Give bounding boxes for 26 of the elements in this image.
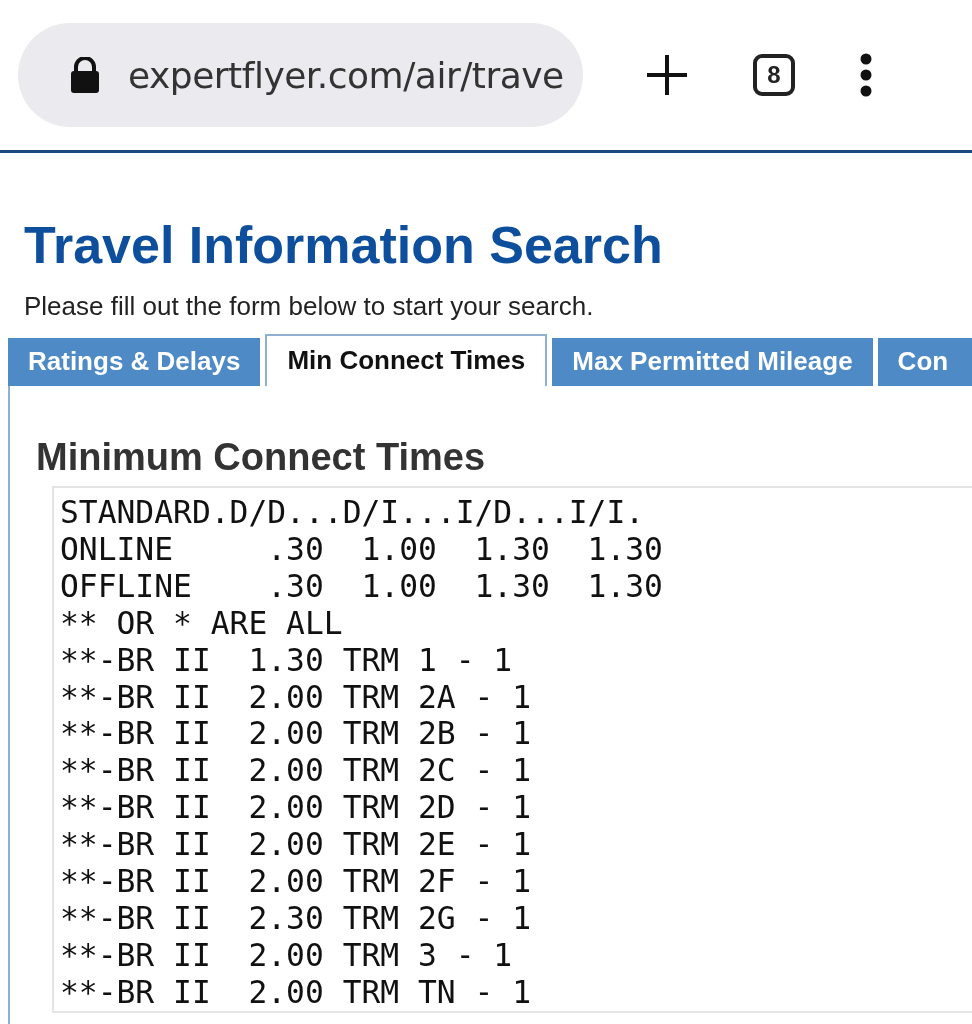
- result-line: **-BR II 2.00 TRM 2A - 1: [60, 678, 533, 716]
- tab[interactable]: Con: [877, 338, 972, 386]
- result-line: ONLINE .30 1.00 1.30 1.30: [60, 530, 664, 568]
- result-line: ** OR * ARE ALL: [60, 604, 344, 642]
- tab[interactable]: Ratings & Delays: [8, 338, 261, 386]
- result-line: **-BR II 2.00 TRM 2E - 1: [60, 826, 533, 864]
- menu-icon[interactable]: [859, 53, 873, 97]
- result-line: **-BR II 2.30 TRM 2G - 1: [60, 899, 533, 937]
- result-line: **-BR II 1.30 TRM 1 - 1: [60, 641, 514, 679]
- address-bar[interactable]: expertflyer.com/air/trave: [18, 23, 583, 127]
- lock-icon: [70, 57, 100, 93]
- result-line: **-BR II 2.00 TRM 2B - 1: [60, 715, 533, 753]
- result-line: **-BR II 2.00 TRM 3 - 1: [60, 936, 514, 974]
- page-title: Travel Information Search: [24, 215, 664, 276]
- result-line: **-BR II 2.00 TRM 2C - 1: [60, 752, 533, 790]
- tab-count[interactable]: 8: [753, 54, 795, 96]
- tab[interactable]: Min Connect Times: [265, 334, 548, 386]
- section-heading: Minimum Connect Times: [36, 435, 487, 480]
- page-subtitle: Please fill out the form below to start your search.: [24, 291, 595, 322]
- result-line: STANDARD.D/D...D/I...I/D...I/I.: [60, 494, 646, 531]
- result-line: **-BR II 2.00 TRM 2F - 1: [60, 863, 533, 900]
- result-line: OFFLINE .30 1.00 1.30 1.30: [60, 567, 664, 605]
- plus-icon[interactable]: [645, 53, 689, 97]
- result-line: **-BR II 2.00 TRM TN - 1: [60, 973, 533, 1011]
- result-line: **-BR II 2.00 TRM 2D - 1: [60, 789, 533, 827]
- tab[interactable]: Max Permitted Mileage: [552, 338, 873, 386]
